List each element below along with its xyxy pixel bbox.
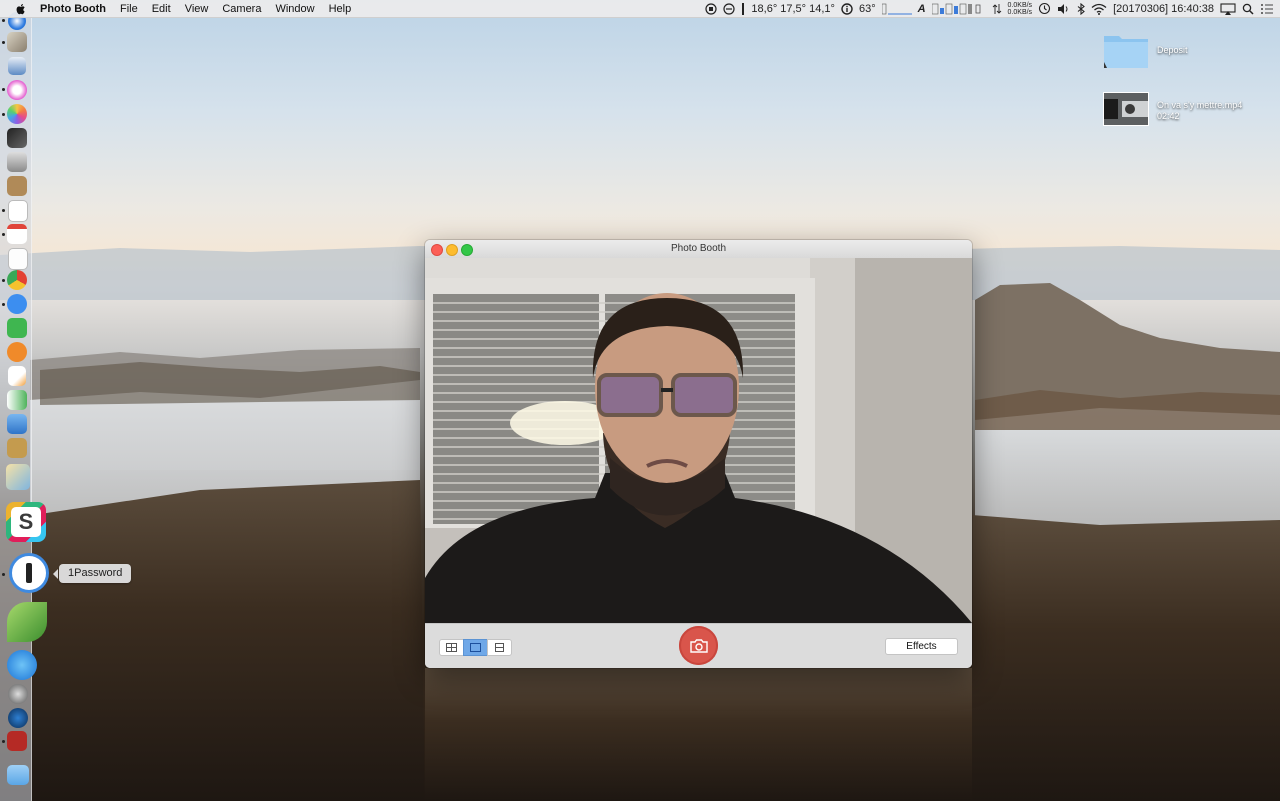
- net-down-value: 0.0KB/s: [1007, 8, 1033, 16]
- zoom-button[interactable]: [461, 244, 473, 256]
- downloads-folder-icon[interactable]: [7, 765, 29, 785]
- cpu-graph-icon[interactable]: [881, 3, 912, 15]
- running-indicator: [2, 19, 5, 22]
- spotlight-search-icon[interactable]: [1242, 3, 1254, 15]
- photo-booth-controls: Effects: [425, 623, 972, 668]
- keynote-icon[interactable]: [7, 152, 27, 172]
- system-preferences-icon[interactable]: [8, 684, 28, 704]
- document-icon[interactable]: [8, 200, 28, 222]
- keyboard-input-letter[interactable]: A: [918, 3, 926, 15]
- running-indicator: [2, 279, 5, 282]
- video-file-label[interactable]: On va s'y mettre.mp4: [1157, 100, 1242, 111]
- time-machine-icon[interactable]: [1038, 2, 1051, 15]
- close-button[interactable]: [431, 244, 443, 256]
- shutter-button[interactable]: [679, 626, 718, 665]
- video-thumbnail-image: [1104, 93, 1148, 125]
- view-menu[interactable]: View: [185, 3, 209, 15]
- dock: S: [0, 12, 49, 801]
- airplay-icon[interactable]: [1220, 2, 1236, 15]
- dock-tooltip: 1Password: [52, 564, 132, 583]
- running-indicator: [2, 209, 5, 212]
- network-arrows-icon[interactable]: [992, 3, 1002, 15]
- deposit-folder[interactable]: [1103, 32, 1149, 70]
- help-menu[interactable]: Help: [329, 3, 352, 15]
- info-icon[interactable]: [841, 2, 853, 15]
- calendar-icon[interactable]: [7, 224, 27, 244]
- camera-feed-image: [425, 258, 972, 623]
- numbers-icon[interactable]: [7, 390, 27, 410]
- messages-icon[interactable]: [7, 294, 27, 314]
- window-titlebar[interactable]: Photo Booth: [425, 240, 972, 259]
- camera-icon: [689, 638, 708, 653]
- window-menu[interactable]: Window: [275, 3, 314, 15]
- running-indicator: [2, 740, 5, 743]
- single-photo-view-button[interactable]: [463, 639, 488, 656]
- app-menu[interactable]: Photo Booth: [40, 3, 106, 15]
- final-cut-icon[interactable]: [7, 128, 27, 148]
- grid-icon: [446, 643, 457, 652]
- edit-menu[interactable]: Edit: [152, 3, 171, 15]
- apple-menu-icon[interactable]: [14, 2, 28, 16]
- four-up-view-button[interactable]: [439, 639, 464, 656]
- preview2-icon[interactable]: [6, 464, 30, 490]
- camera-preview: [425, 258, 972, 623]
- coda-icon[interactable]: [7, 602, 47, 642]
- archive-icon[interactable]: [7, 438, 27, 458]
- notes-icon[interactable]: [7, 176, 27, 196]
- quicktime-icon[interactable]: [8, 708, 28, 728]
- bluetooth-icon[interactable]: [1077, 2, 1085, 15]
- wifi-icon[interactable]: [1091, 3, 1107, 15]
- photo-booth-window: Photo Booth Effects: [425, 240, 972, 668]
- keynote2-icon[interactable]: [7, 414, 27, 434]
- facetime-icon[interactable]: [7, 318, 27, 338]
- running-indicator: [2, 113, 5, 116]
- memory-bars-icon[interactable]: [931, 3, 986, 15]
- cube-icon[interactable]: [7, 32, 27, 52]
- ibooks-icon[interactable]: [7, 342, 27, 362]
- battery-temp-readout[interactable]: 63°: [859, 3, 876, 15]
- running-indicator: [2, 88, 5, 91]
- thermometer-icon[interactable]: [741, 2, 745, 15]
- clock-datetime[interactable]: [20170306] 16:40:38: [1113, 3, 1214, 15]
- network-speed[interactable]: 0.0KB/s 0.0KB/s: [1008, 2, 1033, 16]
- menu-bar: Photo Booth File Edit View Camera Window…: [0, 0, 1280, 18]
- slack-letter-icon: S: [11, 507, 41, 537]
- net-up-value: 0.0KB/s: [1007, 1, 1033, 9]
- running-indicator: [2, 233, 5, 236]
- chrome-icon[interactable]: [7, 270, 27, 290]
- volume-icon[interactable]: [1057, 3, 1071, 15]
- keyhole-icon: [26, 563, 32, 583]
- slack-icon[interactable]: S: [6, 502, 46, 542]
- textedit-icon[interactable]: [8, 248, 28, 270]
- itunes-icon[interactable]: [7, 80, 27, 100]
- photos-icon[interactable]: [7, 104, 27, 124]
- record-icon[interactable]: [705, 2, 718, 15]
- status-area: 18,6° 17,5° 14,1° 63° A 0.0KB/s 0.0KB/s: [705, 0, 1274, 17]
- camera-menu[interactable]: Camera: [222, 3, 261, 15]
- film-strip-icon: [495, 643, 504, 652]
- 1password-icon[interactable]: [9, 553, 49, 593]
- folder-icon: [1104, 36, 1148, 68]
- single-frame-icon: [470, 643, 481, 652]
- movie-view-button[interactable]: [487, 639, 512, 656]
- running-indicator: [2, 573, 5, 576]
- video-file-thumbnail[interactable]: [1103, 92, 1149, 126]
- window-title: Photo Booth: [670, 243, 727, 254]
- effects-button[interactable]: Effects: [885, 638, 958, 655]
- photo-booth-icon[interactable]: [7, 731, 27, 751]
- temperatures-readout[interactable]: 18,6° 17,5° 14,1°: [751, 3, 835, 15]
- running-indicator: [2, 303, 5, 306]
- deposit-folder-label[interactable]: Deposit: [1157, 45, 1188, 56]
- video-duration: 02:42: [1157, 111, 1180, 121]
- notification-center-icon[interactable]: [1260, 3, 1274, 15]
- running-indicator: [2, 41, 5, 44]
- pages-icon[interactable]: [8, 366, 26, 386]
- sync-icon[interactable]: [723, 2, 736, 15]
- app-store-icon[interactable]: [7, 650, 37, 680]
- file-menu[interactable]: File: [120, 3, 138, 15]
- minimize-button[interactable]: [446, 244, 458, 256]
- preview-icon[interactable]: [8, 57, 26, 75]
